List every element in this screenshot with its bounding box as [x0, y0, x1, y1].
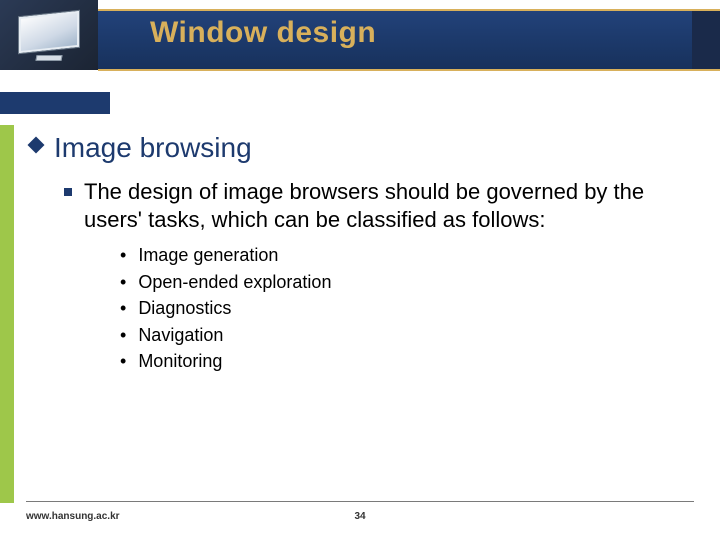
list-item: • Monitoring: [120, 350, 692, 373]
body-row: The design of image browsers should be g…: [64, 178, 692, 234]
square-bullet-icon: [64, 188, 72, 196]
heading-row: Image browsing: [30, 132, 692, 164]
section-heading: Image browsing: [54, 132, 252, 164]
bullet-dot-icon: •: [120, 324, 126, 347]
footer-page-number: 34: [0, 511, 720, 522]
monitor-icon: [18, 13, 80, 57]
title-bar-accent: [692, 11, 720, 69]
list-item: • Image generation: [120, 244, 692, 267]
slide-content: Image browsing The design of image brows…: [30, 132, 692, 377]
list-item: • Open-ended exploration: [120, 271, 692, 294]
list-item-label: Monitoring: [138, 350, 222, 373]
body-text: The design of image browsers should be g…: [84, 178, 692, 234]
accent-bar-green: [0, 125, 14, 503]
footer-divider: [26, 501, 694, 502]
list-item: • Diagnostics: [120, 297, 692, 320]
logo: [0, 0, 98, 70]
list-item-label: Image generation: [138, 244, 278, 267]
bullet-dot-icon: •: [120, 244, 126, 267]
bullet-dot-icon: •: [120, 271, 126, 294]
task-list: • Image generation • Open-ended explorat…: [120, 244, 692, 373]
slide-title: Window design: [150, 16, 376, 50]
accent-bar-blue: [0, 92, 110, 114]
bullet-dot-icon: •: [120, 350, 126, 373]
slide: Window design Image browsing The design …: [0, 0, 720, 540]
slide-header: Window design: [0, 0, 720, 80]
list-item-label: Diagnostics: [138, 297, 231, 320]
diamond-bullet-icon: [30, 139, 46, 155]
list-item: • Navigation: [120, 324, 692, 347]
list-item-label: Navigation: [138, 324, 223, 347]
bullet-dot-icon: •: [120, 297, 126, 320]
list-item-label: Open-ended exploration: [138, 271, 331, 294]
